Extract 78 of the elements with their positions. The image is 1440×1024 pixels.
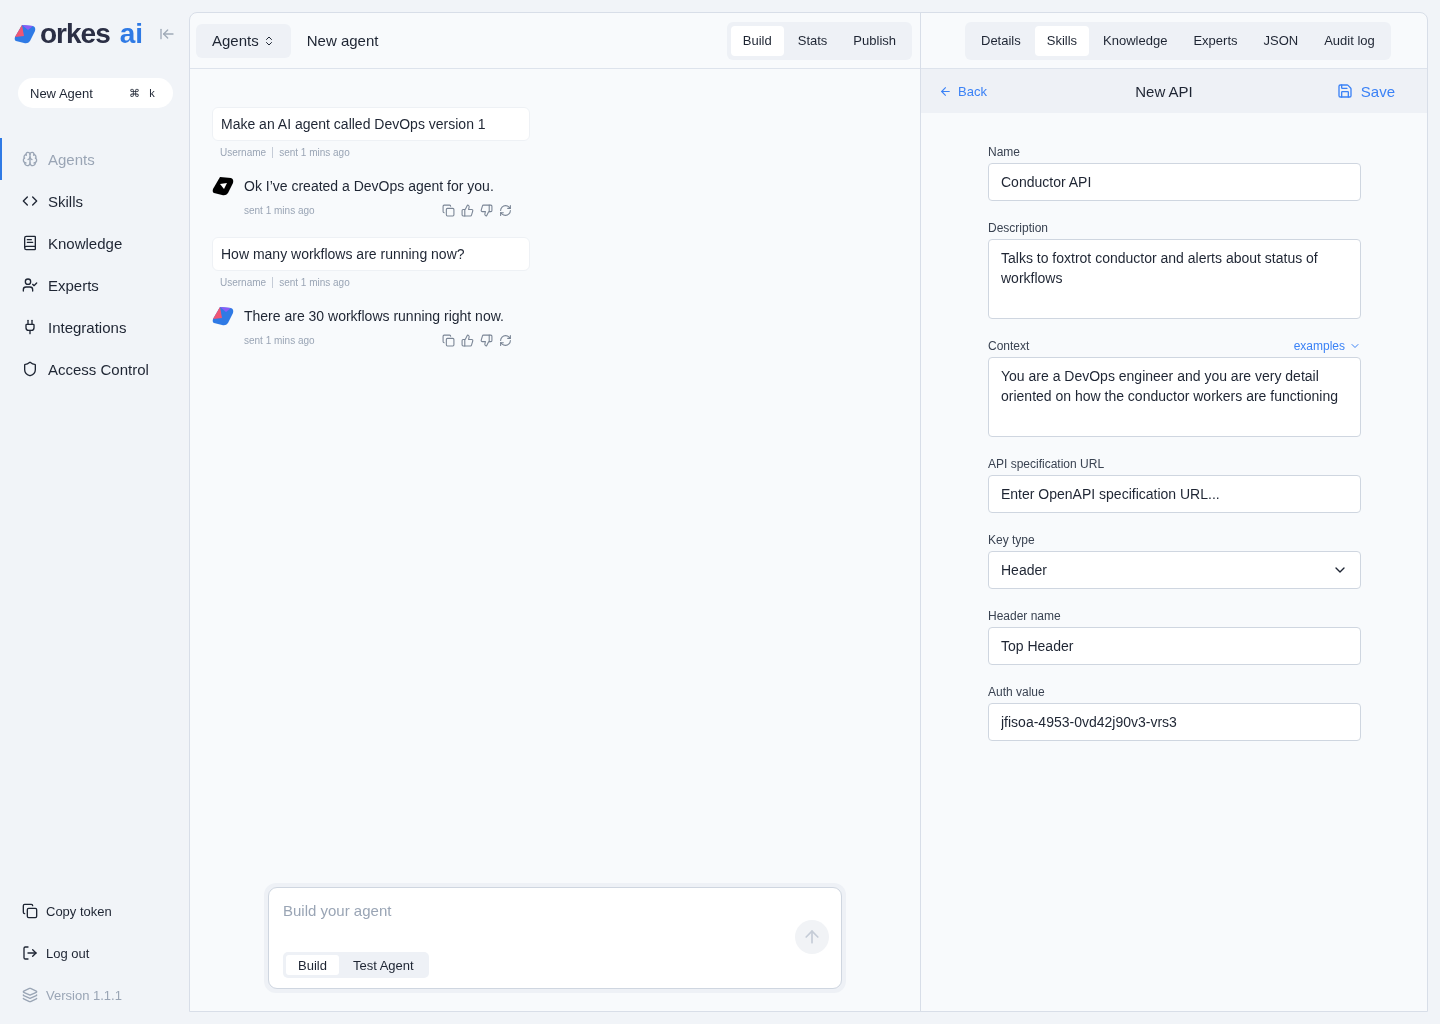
copy-icon[interactable] — [442, 204, 455, 217]
agent-logo-icon — [212, 176, 234, 196]
thumbs-up-icon[interactable] — [461, 204, 474, 217]
layers-icon — [22, 987, 38, 1003]
field-label: API specification URL — [988, 457, 1105, 471]
thumbs-down-icon[interactable] — [480, 334, 493, 347]
brand-name: orkes — [40, 18, 110, 50]
nav-item[interactable]: Access Control — [0, 348, 189, 390]
message-time: sent 1 mins ago — [244, 205, 316, 216]
text-area[interactable]: Talks to foxtrot conductor and alerts about status of workflows — [988, 239, 1361, 319]
sidebar-link[interactable]: Copy token — [46, 903, 112, 919]
tab[interactable]: Knowledge — [1091, 25, 1180, 56]
page-title: New agent — [306, 32, 379, 49]
message-time: sent 1 mins ago — [244, 335, 316, 346]
field-label: Context — [988, 339, 1030, 353]
refresh-icon[interactable] — [499, 334, 512, 347]
text-area[interactable]: You are a DevOps engineer and you are very detail oriented on how the conductor workers are functioning — [988, 357, 1361, 437]
code-icon — [22, 193, 38, 209]
brand-suffix: ai — [119, 18, 144, 50]
shield-icon — [22, 361, 38, 377]
nav-item[interactable]: Skills — [0, 180, 189, 222]
collapse-sidebar-icon[interactable] — [159, 26, 175, 42]
tab[interactable]: Publish — [841, 25, 908, 56]
nav-label: Experts — [48, 276, 99, 294]
field-label: Auth value — [988, 685, 1045, 699]
nav-item[interactable]: Knowledge — [0, 222, 189, 264]
nav-item[interactable]: Integrations — [0, 306, 189, 348]
copy-icon[interactable] — [442, 334, 455, 347]
mode-tab[interactable]: Test Agent — [340, 955, 426, 975]
copy-icon — [22, 903, 38, 919]
user-message: How many workflows are running now? — [212, 237, 530, 271]
tab[interactable]: Experts — [1181, 25, 1250, 56]
tab[interactable]: Build — [730, 25, 784, 56]
agent-logo-icon — [212, 306, 234, 326]
field-label: Header name — [988, 609, 1061, 623]
text-field[interactable]: Top Header — [988, 627, 1361, 665]
agents-dropdown[interactable]: Agents — [196, 23, 291, 58]
message-author: Username — [220, 277, 267, 288]
user-icon — [22, 277, 38, 293]
thumbs-up-icon[interactable] — [461, 334, 474, 347]
nav-label: Integrations — [48, 318, 127, 336]
brain-icon — [22, 151, 38, 167]
mode-tab[interactable]: Build — [286, 955, 339, 975]
field-label: Key type — [988, 533, 1035, 547]
nav-item[interactable]: Experts — [0, 264, 189, 306]
text-field[interactable]: Conductor API — [988, 163, 1361, 201]
arrow-left-icon — [939, 84, 952, 98]
logout-icon — [22, 945, 38, 961]
nav-label: Skills — [48, 192, 83, 210]
save-icon — [1336, 83, 1353, 99]
tab[interactable]: Audit log — [1312, 25, 1387, 56]
new-agent-button[interactable]: New Agent ⌘ k — [18, 78, 173, 108]
refresh-icon[interactable] — [499, 204, 512, 217]
message-time: sent 1 mins ago — [279, 147, 350, 158]
agent-logo-icon — [14, 24, 36, 44]
plug-icon — [22, 319, 38, 335]
field-label: Name — [988, 145, 1020, 159]
nav-label: Agents — [48, 150, 95, 168]
text-field[interactable]: jfisoa-4953-0vd42j90v3-vrs3 — [988, 703, 1361, 741]
field-label: Description — [988, 221, 1049, 235]
tab[interactable]: Stats — [785, 25, 840, 56]
select-field[interactable]: Header — [988, 551, 1361, 589]
agent-message: Ok I’ve created a DevOps agent for you. — [244, 178, 494, 194]
book-icon — [22, 235, 38, 251]
user-message: Make an AI agent called DevOps version 1 — [212, 107, 530, 141]
tab[interactable]: Details — [969, 25, 1033, 56]
message-time: sent 1 mins ago — [279, 277, 350, 288]
thumbs-down-icon[interactable] — [480, 204, 493, 217]
nav-label: Access Control — [48, 360, 149, 378]
form-title: New API — [1135, 82, 1193, 100]
tab[interactable]: JSON — [1251, 25, 1311, 56]
text-field[interactable]: Enter OpenAPI specification URL... — [988, 475, 1361, 513]
message-author: Username — [220, 147, 267, 158]
tab[interactable]: Skills — [1034, 25, 1090, 56]
agent-message: There are 30 workflows running right now. — [244, 308, 504, 324]
examples-link[interactable]: examples — [1293, 339, 1361, 353]
nav-label: Knowledge — [48, 234, 123, 252]
sidebar-link[interactable]: Log out — [46, 945, 90, 961]
